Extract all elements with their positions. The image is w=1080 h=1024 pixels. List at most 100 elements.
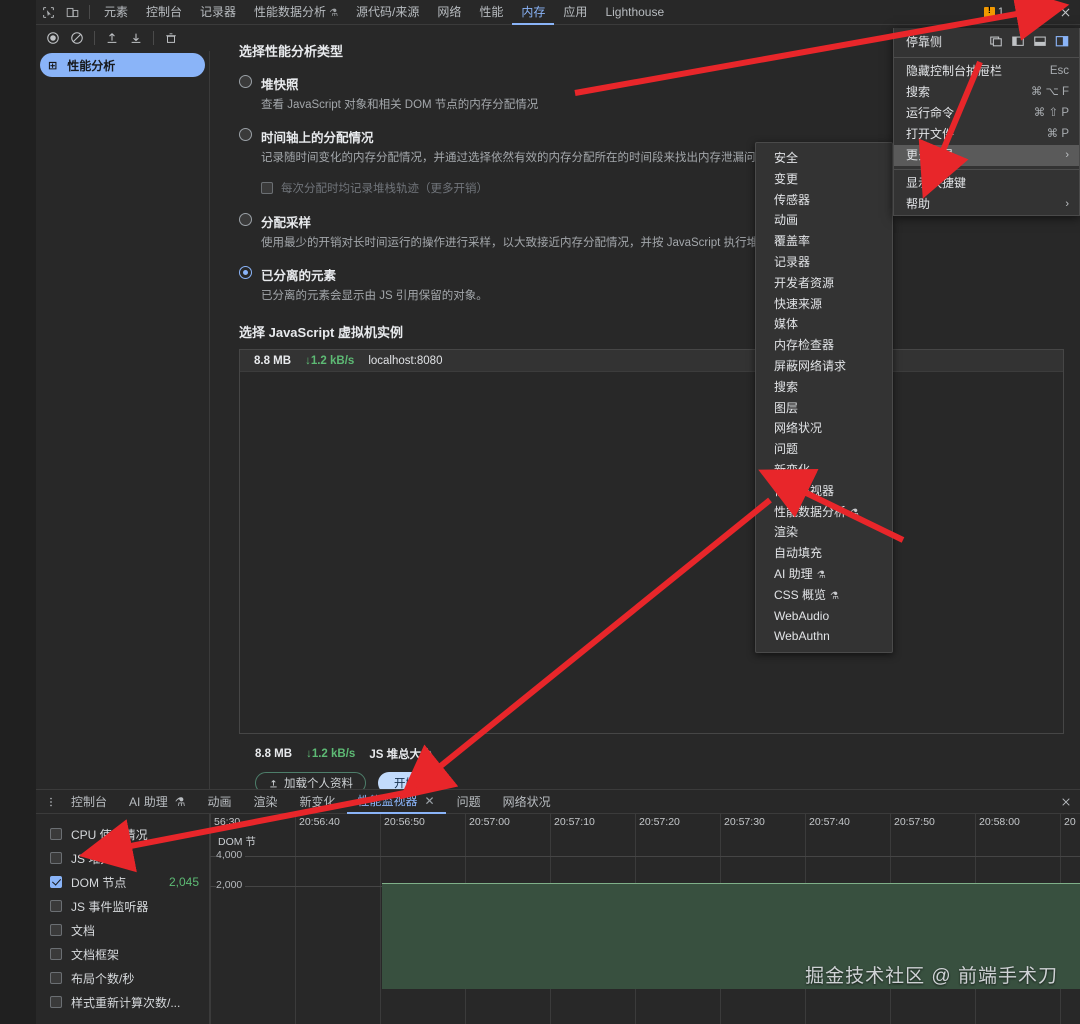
- menu-item-ai-assistant[interactable]: AI 助理 ⚗: [756, 564, 892, 585]
- metric-checkbox[interactable]: [50, 996, 62, 1008]
- tab-performance[interactable]: 性能: [470, 0, 512, 25]
- menu-item-search[interactable]: 搜索 ⌘ ⌥ F: [894, 82, 1079, 103]
- menu-item-help[interactable]: 帮助 ›: [894, 194, 1079, 215]
- menu-item-issues[interactable]: 问题: [756, 439, 892, 460]
- drawer-tab-console[interactable]: 控制台: [60, 790, 118, 814]
- dock-right-icon[interactable]: [1051, 30, 1073, 52]
- menu-item-webaudio[interactable]: WebAudio: [756, 606, 892, 627]
- tab-sources[interactable]: 源代码/来源: [347, 0, 428, 25]
- menu-item-css-overview[interactable]: CSS 概览 ⚗: [756, 585, 892, 606]
- menu-item-performance-monitor[interactable]: 性能监视器: [756, 481, 892, 502]
- profile-option-allocation-sampling[interactable]: 分配采样 使用最少的开销对长时间运行的操作进行采样，以大致接近内存分配情况，并按…: [239, 212, 1080, 251]
- menu-item-performance-insights[interactable]: 性能数据分析 ⚗: [756, 502, 892, 523]
- menu-item-memory-inspector[interactable]: 内存检查器: [756, 335, 892, 356]
- menu-item-quick-source[interactable]: 快速来源: [756, 294, 892, 315]
- tab-network[interactable]: 网络: [428, 0, 470, 25]
- menu-item-whats-new[interactable]: 新变化: [756, 460, 892, 481]
- metric-layouts-per-sec[interactable]: 布局个数/秒: [50, 966, 209, 990]
- metric-checkbox[interactable]: [50, 924, 62, 936]
- sidebar-item-profiling[interactable]: ⊞ 性能分析: [40, 53, 205, 77]
- performance-chart[interactable]: 56:30 20:56:40 20:56:50 20:57:00 20:57:1…: [210, 814, 1080, 1024]
- metric-dom-nodes[interactable]: DOM 节点 2,045: [50, 870, 209, 894]
- menu-item-animations[interactable]: 动画: [756, 210, 892, 231]
- menu-item-open-file[interactable]: 打开文件 ⌘ P: [894, 124, 1079, 145]
- menu-item-webauthn[interactable]: WebAuthn: [756, 626, 892, 647]
- menu-item-changes[interactable]: 变更: [756, 169, 892, 190]
- drawer-tab-animations[interactable]: 动画: [196, 790, 242, 814]
- dock-left-icon[interactable]: [1007, 30, 1029, 52]
- dock-side-label: 停靠侧: [906, 34, 943, 49]
- metric-checkbox[interactable]: [50, 828, 62, 840]
- chart-ytick: 4,000: [216, 849, 246, 861]
- metric-js-heap-size[interactable]: JS 堆大小: [50, 846, 209, 870]
- menu-item-media[interactable]: 媒体: [756, 314, 892, 335]
- flask-icon: ⚗: [329, 7, 339, 19]
- menu-item-security[interactable]: 安全: [756, 148, 892, 169]
- tab-performance-insights[interactable]: 性能数据分析 ⚗: [245, 0, 347, 25]
- load-icon[interactable]: [101, 27, 123, 49]
- metric-style-recalcs-per-sec[interactable]: 样式重新计算次数/...: [50, 990, 209, 1014]
- menu-item-hide-drawer[interactable]: 隐藏控制台抽屉栏 Esc: [894, 61, 1079, 82]
- menu-item-network-request-blocking[interactable]: 屏蔽网络请求: [756, 356, 892, 377]
- drawer-kebab-menu-icon[interactable]: [42, 790, 60, 814]
- drawer-tab-issues[interactable]: 问题: [446, 790, 492, 814]
- inspect-icon[interactable]: [36, 0, 60, 25]
- dock-bottom-icon[interactable]: [1029, 30, 1051, 52]
- kebab-menu-icon[interactable]: [1032, 0, 1054, 25]
- radio-allocation-timeline[interactable]: [239, 128, 252, 142]
- drawer-tab-ai-assistant[interactable]: AI 助理 ⚗: [118, 790, 196, 814]
- clear-icon[interactable]: [66, 27, 88, 49]
- drawer-tab-close-icon[interactable]: ✕: [425, 789, 435, 813]
- metric-label: 样式重新计算次数/...: [71, 995, 181, 1010]
- metric-js-event-listeners[interactable]: JS 事件监听器: [50, 894, 209, 918]
- tab-lighthouse[interactable]: Lighthouse: [596, 0, 673, 25]
- metric-checkbox[interactable]: [50, 852, 62, 864]
- close-icon[interactable]: [1054, 0, 1076, 25]
- metric-checkbox[interactable]: [50, 900, 62, 912]
- drawer-tab-performance-monitor[interactable]: 性能监视器 ✕: [346, 789, 446, 814]
- radio-detached-elements[interactable]: [239, 266, 252, 280]
- menu-item-run-command[interactable]: 运行命令 ⌘ ⇧ P: [894, 103, 1079, 124]
- menu-item-rendering[interactable]: 渲染: [756, 522, 892, 543]
- record-stack-traces-checkbox[interactable]: [261, 182, 273, 195]
- profile-option-detached-elements[interactable]: 已分离的元素 已分离的元素会显示由 JS 引用保留的对象。: [239, 265, 1080, 304]
- save-icon[interactable]: [125, 27, 147, 49]
- metric-checkbox[interactable]: [50, 972, 62, 984]
- drawer-tab-changes[interactable]: 新变化: [289, 790, 347, 814]
- device-toolbar-icon[interactable]: [60, 0, 84, 25]
- menu-item-layers[interactable]: 图层: [756, 398, 892, 419]
- tab-console[interactable]: 控制台: [137, 0, 191, 25]
- metric-cpu-usage[interactable]: CPU 使用情况: [50, 822, 209, 846]
- menu-item-recorder[interactable]: 记录器: [756, 252, 892, 273]
- metric-checkbox[interactable]: [50, 876, 62, 888]
- start-button[interactable]: 开始: [378, 772, 433, 789]
- menu-item-developer-resources[interactable]: 开发者资源: [756, 273, 892, 294]
- menu-item-network-conditions[interactable]: 网络状况: [756, 418, 892, 439]
- menu-item-more-tools[interactable]: 更多工具 ›: [894, 145, 1079, 166]
- drawer-close-icon[interactable]: [1060, 790, 1072, 814]
- tab-application[interactable]: 应用: [554, 0, 596, 25]
- drawer-tab-network-conditions[interactable]: 网络状况: [492, 790, 562, 814]
- load-profile-button[interactable]: 加载个人资料: [255, 772, 366, 789]
- radio-allocation-sampling[interactable]: [239, 213, 252, 227]
- metric-checkbox[interactable]: [50, 948, 62, 960]
- menu-item-shortcuts[interactable]: 显示快捷键: [894, 173, 1079, 194]
- tab-elements[interactable]: 元素: [95, 0, 137, 25]
- radio-heap-snapshot[interactable]: [239, 75, 252, 88]
- menu-item-coverage[interactable]: 覆盖率: [756, 231, 892, 252]
- record-icon[interactable]: [42, 27, 64, 49]
- warning-badge[interactable]: 1: [983, 5, 1004, 18]
- vm-instance-row[interactable]: 8.8 MB ↓1.2 kB/s localhost:8080: [240, 350, 1063, 373]
- metric-documents[interactable]: 文档: [50, 918, 209, 942]
- metric-document-frames[interactable]: 文档框架: [50, 942, 209, 966]
- gear-icon[interactable]: [1010, 0, 1032, 25]
- memory-sub-toolbar: [36, 25, 208, 51]
- menu-item-sensors[interactable]: 传感器: [756, 190, 892, 211]
- menu-item-search[interactable]: 搜索: [756, 377, 892, 398]
- tab-recorder[interactable]: 记录器: [191, 0, 245, 25]
- menu-item-autofill[interactable]: 自动填充: [756, 543, 892, 564]
- tab-memory[interactable]: 内存: [512, 0, 555, 25]
- trash-icon[interactable]: [160, 27, 182, 49]
- dock-undocked-icon[interactable]: [985, 30, 1007, 52]
- drawer-tab-rendering[interactable]: 渲染: [242, 790, 288, 814]
